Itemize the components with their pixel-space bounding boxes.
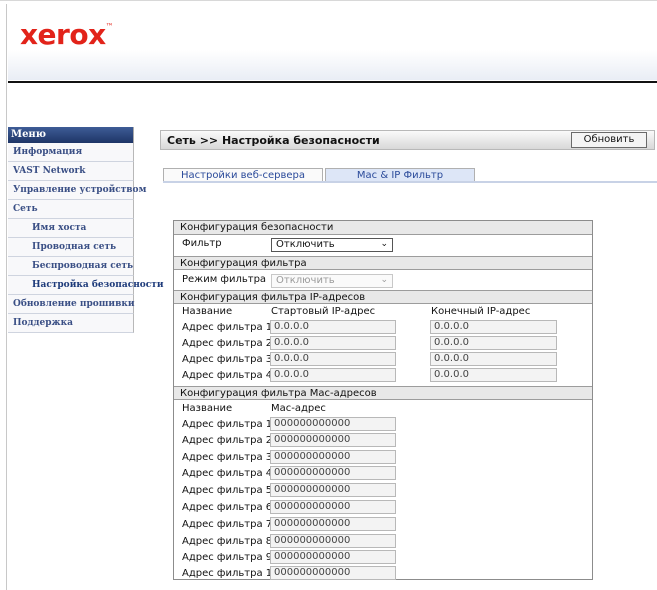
mac-row-name: Адрес фильтра 10 [182, 568, 279, 579]
sidebar-item-wireless-network[interactable]: Беспроводная сеть [8, 257, 134, 276]
ip-end-input[interactable]: 0.0.0.0 [430, 336, 557, 350]
ip-col-start: Стартовый IP-адрес [271, 306, 376, 317]
mac-address-input[interactable]: 000000000000 [270, 433, 396, 447]
ip-row-name: Адрес фильтра 3 [182, 354, 273, 365]
mac-address-input[interactable]: 000000000000 [270, 417, 396, 431]
mac-address-input[interactable]: 000000000000 [270, 500, 396, 514]
filter-select-value: Отключить [276, 239, 335, 250]
sidebar-item-security-settings[interactable]: Настройка безопасности [8, 276, 164, 295]
mac-address-input[interactable]: 000000000000 [270, 517, 396, 531]
ip-col-end: Конечный IP-адрес [431, 306, 531, 317]
section-header-mac-filter: Конфигурация фильтра Mac-адресов [174, 386, 592, 400]
page-title-bar: Сеть >> Настройка безопасности Обновить [160, 130, 655, 150]
mac-row-name: Адрес фильтра 5 [182, 485, 273, 496]
sidebar-item-network[interactable]: Сеть [8, 200, 134, 219]
ip-row-name: Адрес фильтра 1 [182, 322, 273, 333]
sidebar-item-wired-network[interactable]: Проводная сеть [8, 238, 134, 257]
sidebar-item-hostname[interactable]: Имя хоста [8, 219, 134, 238]
mac-col-name: Название [182, 403, 233, 414]
section-header-filter-config: Конфигурация фильтра [174, 256, 592, 270]
menu-header: Меню [8, 127, 134, 143]
mac-row-name: Адрес фильтра 4 [182, 468, 273, 479]
sidebar-item-device-management[interactable]: Управление устройством [8, 181, 146, 200]
mac-row-name: Адрес фильтра 3 [182, 452, 273, 463]
mac-address-input[interactable]: 000000000000 [270, 466, 396, 480]
mac-row-name: Адрес фильтра 9 [182, 552, 273, 563]
mac-row-name: Адрес фильтра 8 [182, 536, 273, 547]
refresh-button[interactable]: Обновить [571, 132, 647, 148]
ip-start-input[interactable]: 0.0.0.0 [270, 320, 396, 334]
filter-mode-select: Отключить ⌄ [271, 274, 393, 288]
mac-row-name: Адрес фильтра 7 [182, 519, 273, 530]
top-edge [0, 0, 657, 1]
xerox-logo: xerox™ [20, 18, 114, 51]
ip-end-input[interactable]: 0.0.0.0 [430, 368, 557, 382]
mac-address-input[interactable]: 000000000000 [270, 550, 396, 564]
header-band [8, 50, 657, 80]
sidebar-item-firmware-update[interactable]: Обновление прошивки [8, 295, 135, 314]
sidebar-item-vast-network[interactable]: VAST Network [8, 162, 134, 181]
filter-select[interactable]: Отключить ⌄ [271, 238, 393, 252]
ip-row-name: Адрес фильтра 4 [182, 370, 273, 381]
breadcrumb: Сеть >> Настройка безопасности [167, 134, 380, 147]
ip-end-input[interactable]: 0.0.0.0 [430, 320, 557, 334]
filter-config-panel: Конфигурация безопасности Фильтр Отключи… [173, 220, 593, 580]
ip-start-input[interactable]: 0.0.0.0 [270, 352, 396, 366]
ip-end-input[interactable]: 0.0.0.0 [430, 352, 557, 366]
ip-row-name: Адрес фильтра 2 [182, 338, 273, 349]
mac-row-name: Адрес фильтра 1 [182, 419, 273, 430]
sidebar-item-info[interactable]: Информация [8, 143, 134, 162]
tab-web-server-settings[interactable]: Настройки веб-сервера [163, 168, 323, 182]
mac-address-input[interactable]: 000000000000 [270, 566, 396, 580]
ip-start-input[interactable]: 0.0.0.0 [270, 368, 396, 382]
section-header-ip-filter: Конфигурация фильтра IP-адресов [174, 290, 592, 304]
sidebar-item-support[interactable]: Поддержка [8, 314, 134, 333]
ip-col-name: Название [182, 306, 233, 317]
logo-text: xerox [20, 18, 106, 51]
tab-mac-ip-filter[interactable]: Mac & IP Фильтр [325, 168, 475, 182]
sidebar-menu: Меню Информация VAST Network Управление … [8, 127, 164, 333]
chevron-down-icon: ⌄ [380, 275, 388, 285]
chevron-down-icon: ⌄ [380, 239, 388, 249]
mac-address-input[interactable]: 000000000000 [270, 534, 396, 548]
filter-label: Фильтр [182, 238, 222, 249]
ip-start-input[interactable]: 0.0.0.0 [270, 336, 396, 350]
mac-col-address: Mac-адрес [271, 403, 326, 414]
left-divider [6, 4, 7, 590]
filter-mode-label: Режим фильтра [182, 274, 267, 285]
mac-row-name: Адрес фильтра 6 [182, 502, 273, 513]
tab-underline [163, 181, 657, 183]
section-header-security: Конфигурация безопасности [174, 221, 592, 235]
trademark-mark: ™ [105, 22, 114, 31]
filter-mode-value: Отключить [276, 275, 335, 286]
mac-row-name: Адрес фильтра 2 [182, 435, 273, 446]
mac-address-input[interactable]: 000000000000 [270, 483, 396, 497]
mac-address-input[interactable]: 000000000000 [270, 450, 396, 464]
header-divider [8, 81, 657, 83]
